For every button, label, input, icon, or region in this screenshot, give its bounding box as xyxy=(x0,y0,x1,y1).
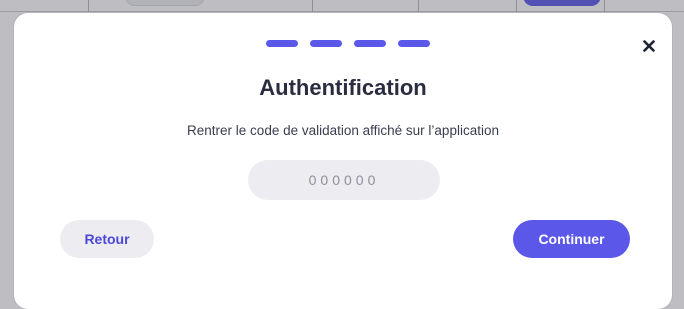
close-button[interactable] xyxy=(640,37,658,55)
step-dash-2 xyxy=(310,40,342,47)
authentication-dialog: Authentification Rentrer le code de vali… xyxy=(14,13,672,309)
continue-button[interactable]: Continuer xyxy=(513,220,630,258)
validation-code-input[interactable] xyxy=(248,160,440,200)
dialog-instructions: Rentrer le code de validation affiché su… xyxy=(187,123,499,138)
step-dash-4 xyxy=(398,40,430,47)
step-indicator xyxy=(266,40,430,47)
close-icon xyxy=(643,40,655,52)
back-button[interactable]: Retour xyxy=(60,220,154,258)
step-dash-3 xyxy=(354,40,386,47)
dialog-title: Authentification xyxy=(259,75,427,100)
step-dash-1 xyxy=(266,40,298,47)
